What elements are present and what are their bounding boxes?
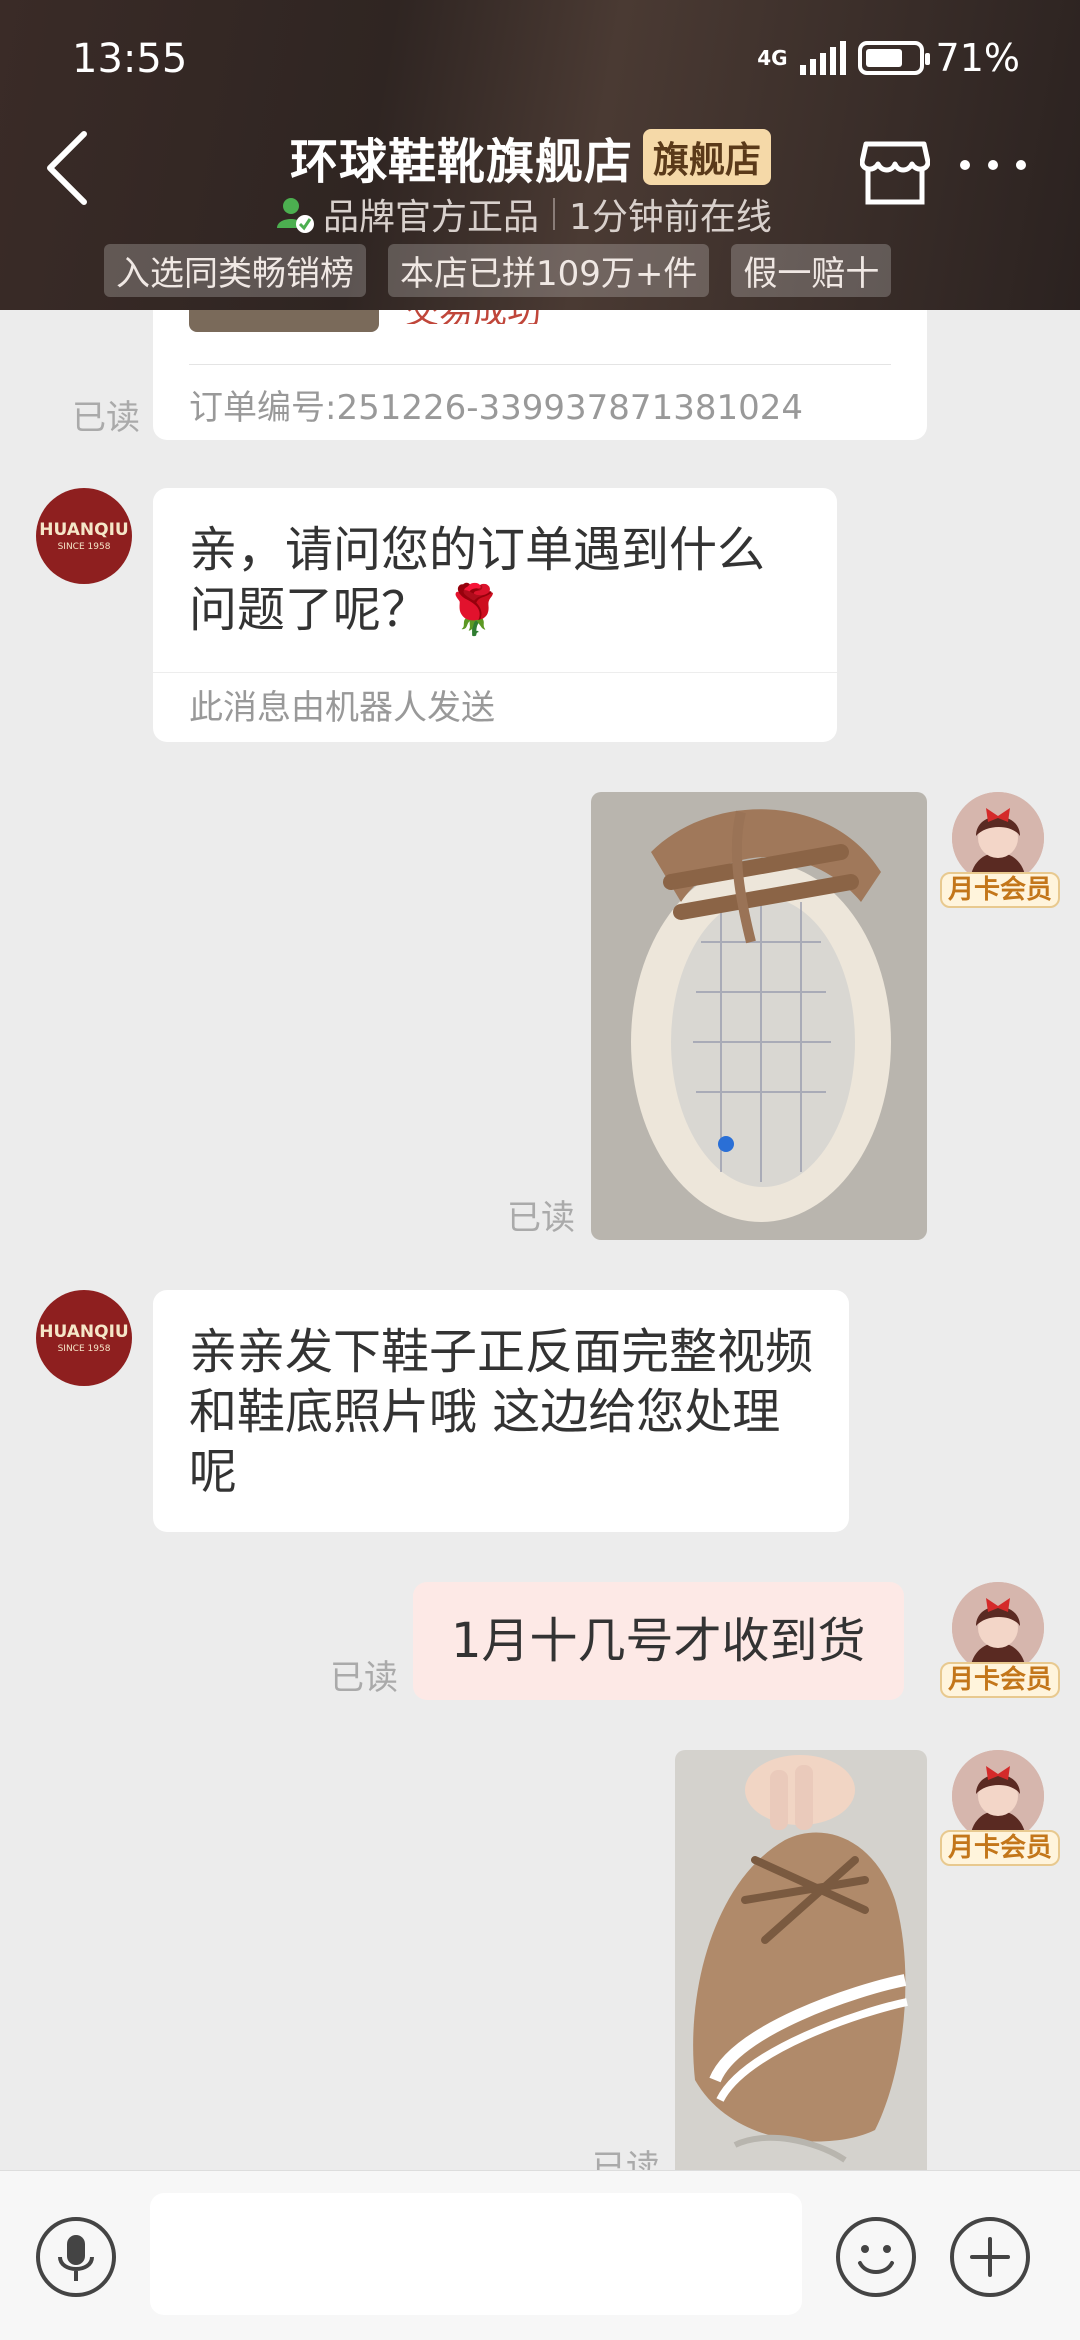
read-receipt: 已读 (72, 398, 140, 438)
order-number: 订单编号:251226-3399378713810​24 (189, 388, 803, 428)
status-time: 13:55 (72, 36, 188, 82)
order-divider (189, 364, 891, 365)
shop-avatar-since: SINCE 1958 (57, 542, 111, 552)
shoe-inside-photo[interactable] (591, 792, 927, 1240)
verified-user-icon (277, 198, 314, 233)
microphone-icon[interactable] (36, 2217, 116, 2297)
badge-bestseller: 入选同类畅销榜 (104, 244, 366, 297)
official-label: 品牌官方正品 (323, 197, 540, 238)
message-text: 1月十几号才收到货 (451, 1613, 866, 1669)
message-bubble-shop[interactable]: 亲亲发下鞋子正反面完整视频和鞋底照片哦 这边给您处理呢 (153, 1290, 849, 1532)
shop-avatar-brand: HUANQIU (39, 1322, 129, 1342)
shop-avatar[interactable]: HUANQIU SINCE 1958 (36, 1290, 132, 1386)
online-status: 1分钟前在线 (569, 197, 772, 238)
shop-badges: 入选同类畅销榜 本店已拼109万+件 假一赔十 (104, 244, 892, 297)
badge-guarantee: 假一赔十 (731, 244, 892, 297)
battery-icon (857, 41, 930, 75)
network-label: 4G (757, 46, 788, 70)
shop-avatar-since: SINCE 1958 (57, 1344, 111, 1354)
order-thumbnail (189, 310, 379, 332)
shop-title-row[interactable]: 环球鞋靴旗舰店 旗舰店 (290, 122, 772, 192)
input-bar (0, 2170, 1080, 2340)
shop-avatar-brand: HUANQIU (39, 520, 129, 540)
member-badge: 月卡会员 (940, 872, 1061, 908)
user-avatar[interactable] (952, 1750, 1044, 1842)
back-arrow-icon[interactable] (40, 128, 100, 208)
message-text: 亲亲发下鞋子正反面完整视频和鞋底照片哦 这边给您处理呢 (189, 1324, 814, 1500)
message-text: 亲，请问您的订单遇到什么问题了呢？ 🌹 (189, 522, 766, 638)
read-receipt: 已读 (592, 2148, 660, 2170)
member-badge: 月卡会员 (940, 1662, 1061, 1698)
badge-sold-count: 本店已拼109万+件 (388, 244, 710, 297)
user-avatar-image (952, 1582, 1044, 1674)
shop-subtitle: 品牌官方正品 1分钟前在线 (275, 188, 772, 240)
emoji-icon[interactable] (836, 2217, 916, 2297)
divider (553, 198, 556, 230)
user-avatar-image (952, 792, 1044, 884)
robot-notice: 此消息由机器人发送 (153, 672, 837, 742)
shop-title: 环球鞋靴旗舰店 (290, 134, 634, 190)
read-receipt: 已读 (507, 1198, 575, 1238)
shop-avatar[interactable]: HUANQIU SINCE 1958 (36, 488, 132, 584)
user-avatar-image (952, 1750, 1044, 1842)
signal-icon (799, 41, 846, 75)
member-badge: 月卡会员 (940, 1830, 1061, 1866)
flagship-badge: 旗舰店 (643, 129, 772, 185)
message-bubble-self[interactable]: 1月十几号才收到货 (413, 1582, 904, 1700)
battery-percent: 71% (935, 36, 1020, 80)
read-receipt: 已读 (330, 1658, 398, 1698)
user-avatar[interactable] (952, 1582, 1044, 1674)
message-input[interactable] (150, 2193, 802, 2315)
chat-header: 13:55 4G 71% 环球鞋靴旗舰店 旗舰店 品牌官方正品 1分钟前在线 入… (0, 0, 1080, 310)
more-icon[interactable] (960, 160, 1026, 170)
user-avatar[interactable] (952, 792, 1044, 884)
store-icon[interactable] (860, 140, 930, 206)
shoe-outside-photo[interactable] (675, 1750, 927, 2170)
order-card[interactable]: 交易成功 订单编号:251226-3399378713810​24 (153, 300, 927, 440)
status-indicators: 4G 71% (757, 36, 1020, 80)
plus-icon[interactable] (950, 2217, 1030, 2297)
message-bubble-shop[interactable]: 亲，请问您的订单遇到什么问题了呢？ 🌹 此消息由机器人发送 (153, 488, 837, 742)
